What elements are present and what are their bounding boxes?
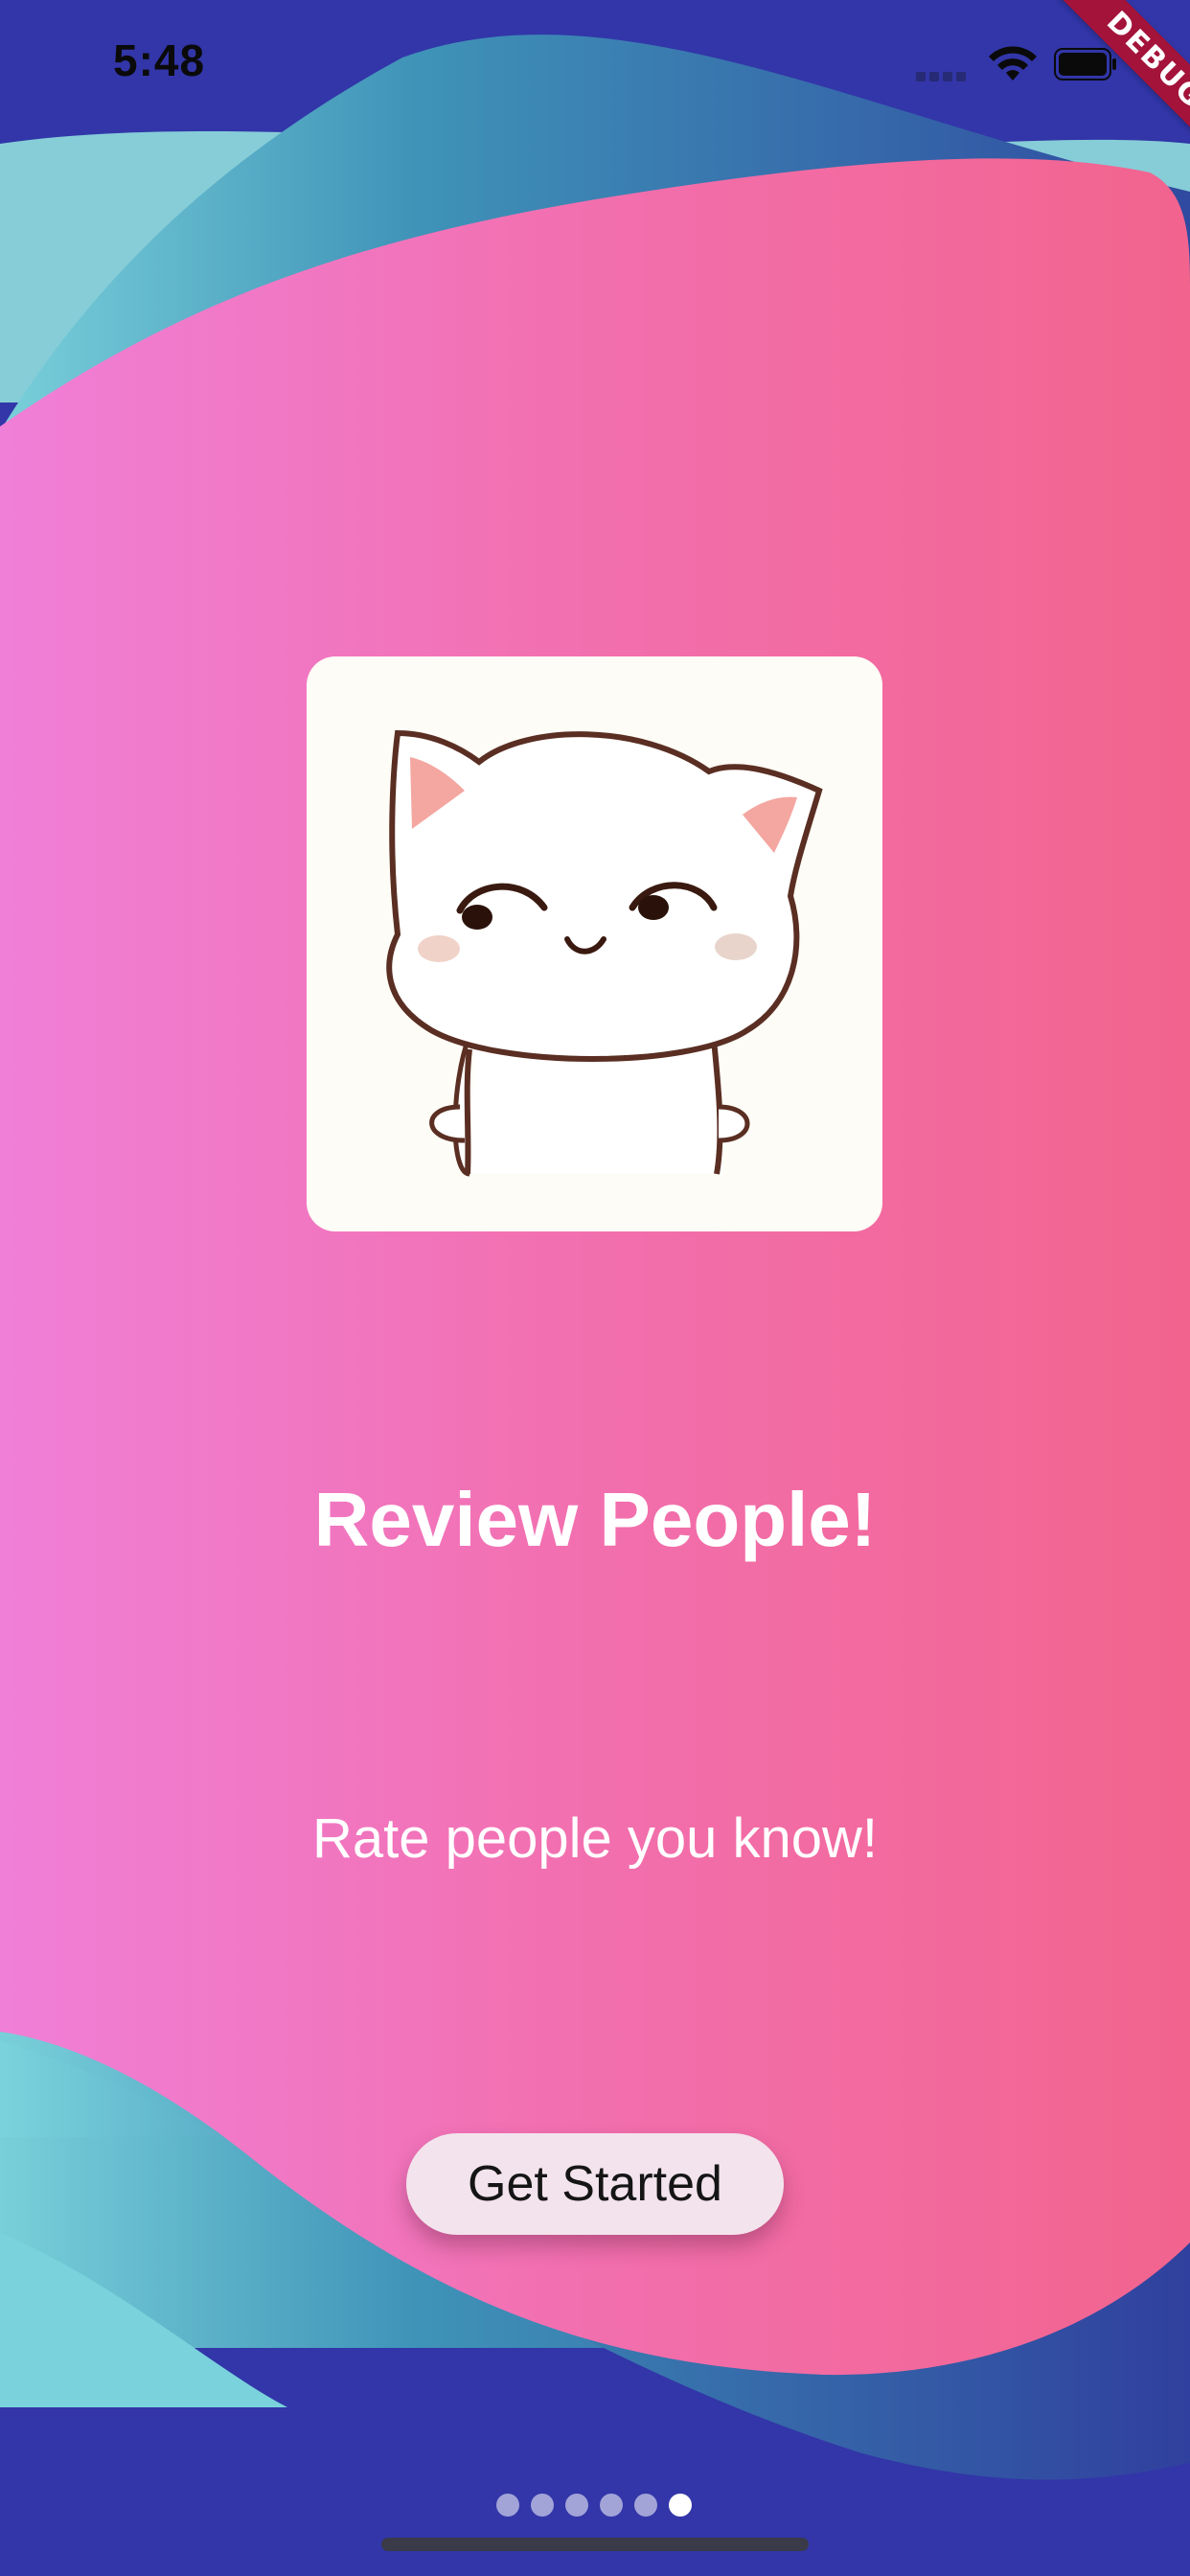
onboarding-title: Review People! — [313, 1477, 877, 1562]
cat-illustration — [307, 656, 882, 1231]
status-time: 5:48 — [113, 35, 206, 85]
page-dot[interactable] — [634, 2494, 657, 2517]
get-started-button[interactable]: Get Started — [406, 2133, 784, 2235]
wifi-icon — [989, 46, 1037, 80]
status-bar: 5:48 — [0, 0, 1190, 134]
page-dot[interactable] — [565, 2494, 588, 2517]
home-indicator[interactable] — [381, 2538, 809, 2551]
onboarding-screen: 5:48 DEBUG Review People! Rate people yo… — [0, 0, 1190, 2576]
page-dot[interactable] — [531, 2494, 554, 2517]
onboarding-subtitle: Rate people you know! — [311, 1807, 879, 1870]
page-dot[interactable] — [600, 2494, 623, 2517]
page-dot[interactable] — [496, 2494, 519, 2517]
page-dot-active[interactable] — [669, 2494, 692, 2517]
battery-icon — [1054, 48, 1116, 80]
cellular-signal-icon — [916, 69, 972, 82]
